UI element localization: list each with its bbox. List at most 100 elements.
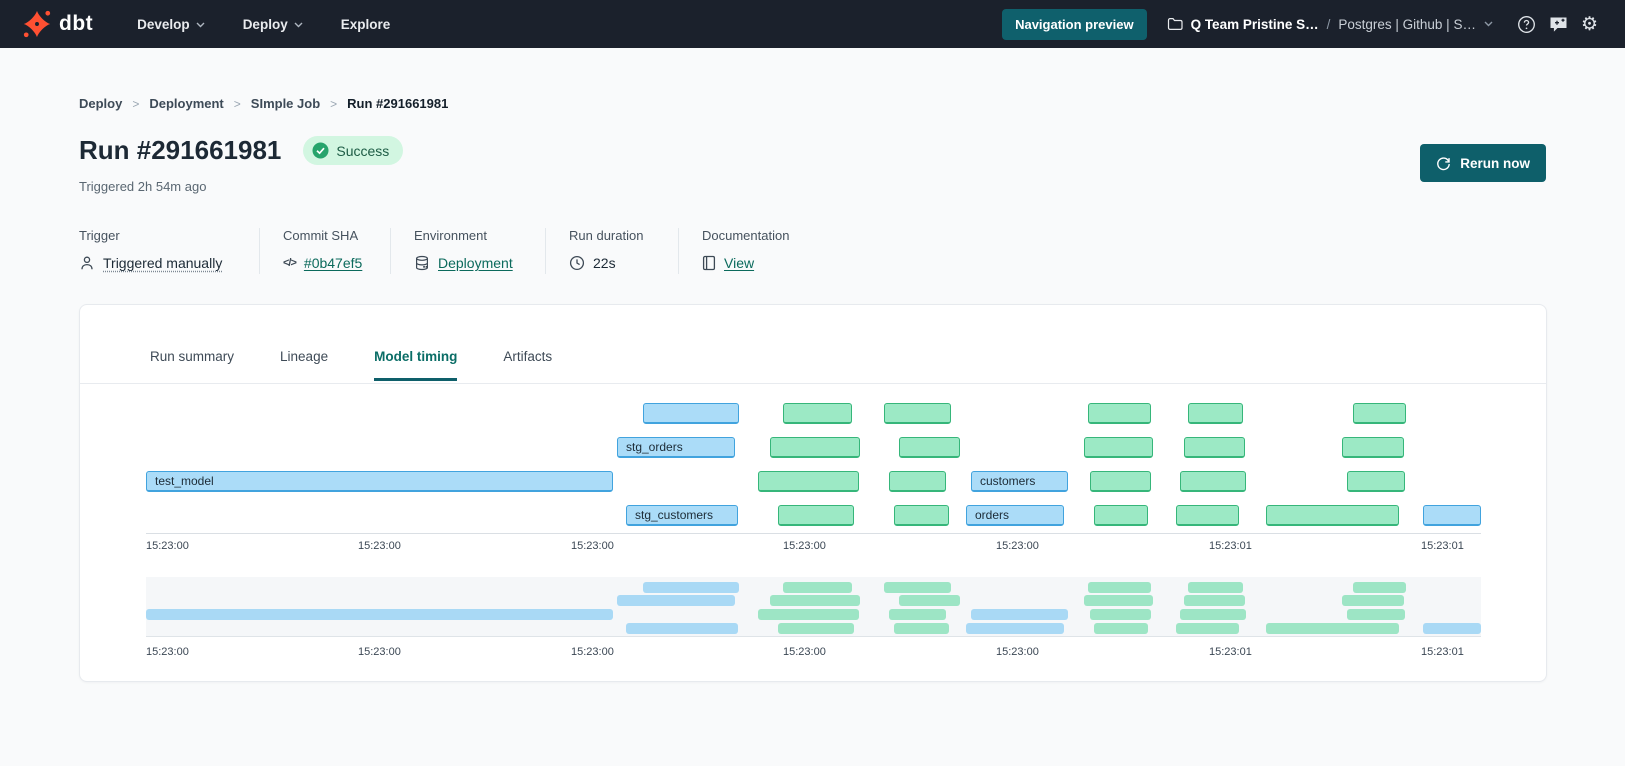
minimap-bar xyxy=(1176,623,1239,634)
gantt-bar[interactable] xyxy=(1180,471,1246,492)
gantt-bar-stg_orders[interactable]: stg_orders xyxy=(617,437,735,458)
tab-run-summary[interactable]: Run summary xyxy=(150,349,234,381)
documentation-view-link[interactable]: View xyxy=(724,255,754,271)
minimap-bar xyxy=(889,609,946,620)
environment-link[interactable]: Deployment xyxy=(438,255,513,271)
gantt-bar-orders[interactable]: orders xyxy=(966,505,1064,526)
logo-wordmark: dbt xyxy=(59,12,93,36)
breadcrumb: Deploy > Deployment > SImple Job > Run #… xyxy=(79,96,448,111)
gantt-bar[interactable] xyxy=(770,437,860,458)
axis-tick-label: 15:23:00 xyxy=(146,540,189,552)
settings-icon[interactable]: ⚙ xyxy=(1581,15,1598,34)
gantt-bar[interactable] xyxy=(894,505,949,526)
meta-duration-value: 22s xyxy=(593,255,616,271)
minimap-bar xyxy=(1084,595,1153,606)
dbt-logo[interactable]: dbt xyxy=(22,9,93,39)
minimap-bar xyxy=(770,595,860,606)
meta-trigger-label: Trigger xyxy=(79,228,222,243)
minimap-bar xyxy=(1347,609,1405,620)
minimap-bar xyxy=(884,582,951,593)
gantt-bar-customers[interactable]: customers xyxy=(971,471,1068,492)
database-icon xyxy=(414,255,430,271)
minimap-bar xyxy=(971,609,1068,620)
tab-artifacts[interactable]: Artifacts xyxy=(503,349,552,381)
refresh-icon xyxy=(1436,156,1451,171)
feedback-icon[interactable] xyxy=(1549,16,1568,33)
minimap-bar xyxy=(617,595,735,606)
gantt-bar[interactable] xyxy=(1176,505,1239,526)
account-switcher[interactable]: Q Team Pristine S… / Postgres | Github |… xyxy=(1167,17,1493,32)
divider xyxy=(390,228,391,274)
minimap-bar xyxy=(778,623,854,634)
axis-tick-label: 15:23:01 xyxy=(1209,540,1252,552)
gantt-bar[interactable] xyxy=(778,505,854,526)
menu-explore-label: Explore xyxy=(341,17,391,32)
axis-tick-label: 15:23:00 xyxy=(571,646,614,658)
axis-tick-label: 15:23:00 xyxy=(783,540,826,552)
meta-documentation: Documentation View xyxy=(702,228,789,271)
chart-axis-line xyxy=(146,533,1481,534)
breadcrumb-separator: > xyxy=(132,97,139,111)
minimap-bar xyxy=(1188,582,1243,593)
minimap-bar xyxy=(899,595,960,606)
meta-docs-label: Documentation xyxy=(702,228,789,243)
page-title: Run #291661981 xyxy=(79,135,281,166)
minimap-bar xyxy=(1094,623,1148,634)
minimap-bar xyxy=(1180,609,1246,620)
gantt-bar-test_model[interactable]: test_model xyxy=(146,471,613,492)
breadcrumb-deploy[interactable]: Deploy xyxy=(79,96,122,111)
menu-deploy[interactable]: Deploy xyxy=(243,17,303,32)
folder-icon xyxy=(1167,17,1183,31)
menu-explore[interactable]: Explore xyxy=(341,17,391,32)
minimap-bar xyxy=(758,609,859,620)
breadcrumb-deployment[interactable]: Deployment xyxy=(149,96,223,111)
help-icon[interactable] xyxy=(1517,15,1536,34)
rerun-now-button[interactable]: Rerun now xyxy=(1420,144,1546,182)
minimap-bar xyxy=(1423,623,1481,634)
breadcrumb-job[interactable]: SImple Job xyxy=(251,96,320,111)
meta-environment-label: Environment xyxy=(414,228,513,243)
gantt-bar[interactable] xyxy=(758,471,859,492)
chevron-down-icon xyxy=(1484,21,1493,27)
gantt-bar[interactable] xyxy=(643,403,739,424)
meta-commit-sha: Commit SHA </> #0b47ef5 xyxy=(283,228,362,271)
meta-trigger-value[interactable]: Triggered manually xyxy=(103,255,222,271)
gantt-bar[interactable] xyxy=(1188,403,1243,424)
gantt-bar[interactable] xyxy=(1423,505,1481,526)
gantt-bar[interactable] xyxy=(1084,437,1153,458)
tab-lineage[interactable]: Lineage xyxy=(280,349,328,381)
tab-model-timing[interactable]: Model timing xyxy=(374,349,457,381)
axis-tick-label: 15:23:01 xyxy=(1209,646,1252,658)
chevron-down-icon xyxy=(294,22,303,28)
clock-icon xyxy=(569,255,585,271)
gantt-bar[interactable] xyxy=(889,471,946,492)
menu-develop[interactable]: Develop xyxy=(137,17,205,32)
gantt-bar[interactable] xyxy=(783,403,852,424)
tabs-divider xyxy=(80,383,1546,384)
gantt-bar[interactable] xyxy=(1353,403,1406,424)
gantt-bar[interactable] xyxy=(1094,505,1148,526)
breadcrumb-separator: > xyxy=(234,97,241,111)
timeline-minimap[interactable] xyxy=(146,577,1481,637)
meta-trigger: Trigger Triggered manually xyxy=(79,228,222,271)
gantt-bar[interactable] xyxy=(884,403,951,424)
axis-tick-label: 15:23:00 xyxy=(571,540,614,552)
triggered-time: Triggered 2h 54m ago xyxy=(79,179,206,194)
gantt-bar[interactable] xyxy=(1342,437,1404,458)
gantt-bar[interactable] xyxy=(1090,471,1151,492)
gantt-bar-stg_customers[interactable]: stg_customers xyxy=(626,505,738,526)
axis-tick-label: 15:23:00 xyxy=(358,540,401,552)
minimap-bar xyxy=(146,609,613,620)
gantt-bar[interactable] xyxy=(1266,505,1399,526)
navigation-preview-button[interactable]: Navigation preview xyxy=(1002,9,1146,40)
model-timing-chart: stg_orderstest_model customers stg_custome… xyxy=(146,395,1481,565)
axis-tick-label: 15:23:00 xyxy=(358,646,401,658)
gantt-bar[interactable] xyxy=(1184,437,1245,458)
gantt-bar[interactable] xyxy=(1088,403,1151,424)
commit-sha-link[interactable]: #0b47ef5 xyxy=(304,255,362,271)
gantt-bar[interactable] xyxy=(1347,471,1405,492)
person-icon xyxy=(79,255,95,271)
meta-duration-label: Run duration xyxy=(569,228,643,243)
chevron-down-icon xyxy=(196,22,205,28)
gantt-bar[interactable] xyxy=(899,437,960,458)
